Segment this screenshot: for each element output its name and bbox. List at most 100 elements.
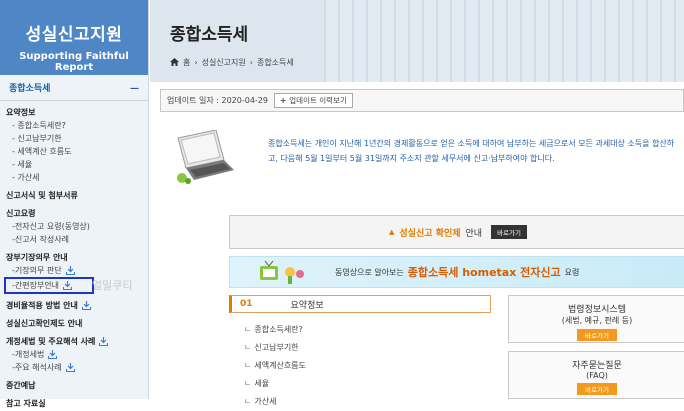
bullet-icon: ㄴ <box>244 379 252 388</box>
category-title: 종합소득세 <box>9 84 51 94</box>
sidebar-item-label: 개정세법 및 주요해석 사례 <box>6 337 96 346</box>
bullet-icon: ㄴ <box>244 343 252 352</box>
update-history-button[interactable]: + 업데이트 이력보기 <box>273 93 353 108</box>
sidebar-item[interactable]: -개정세법 <box>6 348 148 361</box>
collapse-icon[interactable]: — <box>130 77 139 100</box>
video-suffix: 요령 <box>564 267 580 277</box>
promo-rest: 안내 <box>465 228 483 239</box>
chevron-right-icon: › <box>249 58 253 67</box>
sidebar-item[interactable]: - 종합소득세란? <box>6 119 148 132</box>
law-info-sub: (세법, 예규, 판례 등) <box>561 316 633 325</box>
sidebar-item-label: -간편장부안내 <box>12 281 60 290</box>
download-icon[interactable] <box>99 337 109 346</box>
sidebar-item-label: 신고요령 <box>6 209 36 218</box>
summary-list: ㄴ 종합소득세란? ㄴ 신고납부기한 ㄴ 세액계산흐름도 ㄴ 세율 ㄴ 가산세 <box>229 313 491 411</box>
video-prefix: 동영상으로 알아보는 <box>335 267 404 277</box>
download-icon[interactable] <box>65 363 75 372</box>
summary-list-item[interactable]: ㄴ 세율 <box>244 375 491 393</box>
sidebar-item-label: 중간예납 <box>6 381 36 390</box>
category-header[interactable]: 종합소득세 — <box>0 77 148 101</box>
sidebar-item-label: 장부기장의무 안내 <box>6 253 68 262</box>
sidebar-item-label: 성실신고확인제도 안내 <box>6 319 83 328</box>
sidebar-item[interactable]: -기장의무 판단 <box>6 264 148 277</box>
sidebar-item-label: -개정세법 <box>12 350 45 359</box>
sidebar-item[interactable]: - 세액계산 흐름도 <box>6 145 148 158</box>
hometax-video-promo[interactable]: 동영상으로 알아보는 종합소득세 hometax 전자신고 요령 <box>229 256 684 288</box>
intro-section: 종합소득세는 개인이 지난해 1년간의 경제활동으로 얻은 소득에 대하여 납부… <box>168 129 684 195</box>
summary-list-label: 세율 <box>254 379 270 388</box>
sidebar-item[interactable]: -신고서 작성사례 <box>6 233 148 246</box>
summary-list-item[interactable]: ㄴ 종합소득세란? <box>244 321 491 339</box>
faq-go-button[interactable]: 바로가기 <box>577 383 617 395</box>
sidebar-item-label: -기장의무 판단 <box>12 266 62 275</box>
summary-list-item[interactable]: ㄴ 세액계산흐름도 <box>244 357 491 375</box>
laptop-illustration <box>168 129 238 185</box>
sidebar-item[interactable]: 신고서식 및 첨부서류 <box>6 189 148 202</box>
faq-title: 자주묻는질문 <box>572 361 622 371</box>
sidebar-item[interactable]: 요약정보 <box>6 106 148 119</box>
tv-icon <box>258 260 308 288</box>
sidebar-item-label: 경비율적용 방법 안내 <box>6 301 78 310</box>
home-icon[interactable] <box>170 57 179 68</box>
page-banner: 종합소득세 홈 › 성실신고지원 › 종합소득세 <box>150 0 684 82</box>
bullet-icon: ㄴ <box>244 325 252 334</box>
sidebar-item-label: -주요 해석사례 <box>12 363 62 372</box>
update-date: 업데이트 일자 : 2020-04-29 <box>167 96 268 105</box>
triangle-icon: ▲ <box>389 228 395 236</box>
bullet-icon: ㄴ <box>244 397 252 406</box>
main-content: 종합소득세 홈 › 성실신고지원 › 종합소득세 업데이트 일자 : 2020-… <box>150 0 684 406</box>
download-icon[interactable] <box>63 281 73 290</box>
intro-text: 종합소득세는 개인이 지난해 1년간의 경제활동으로 얻은 소득에 대하여 납부… <box>268 130 684 195</box>
summary-list-label: 신고납부기한 <box>254 343 299 352</box>
faq-box[interactable]: 자주묻는질문 (FAQ) 바로가기 <box>508 351 684 399</box>
summary-panel: 01 요약정보 ㄴ 종합소득세란? ㄴ 신고납부기한 ㄴ 세액계산흐름도 ㄴ 세율 ㄴ 가산세 <box>229 295 491 406</box>
law-info-title: 법령정보시스템 <box>568 305 626 315</box>
download-icon[interactable] <box>48 350 58 359</box>
summary-list-label: 세액계산흐름도 <box>254 361 306 370</box>
sidebar-item-label: 요약정보 <box>6 108 36 117</box>
brand-banner[interactable]: 성실신고지원 Supporting Faithful Report <box>0 0 148 75</box>
breadcrumb-current: 종합소득세 <box>256 58 294 67</box>
summary-list-label: 가산세 <box>254 397 277 406</box>
sidebar-item[interactable]: 장부기장의무 안내 <box>6 251 148 264</box>
summary-list-label: 종합소득세란? <box>254 325 303 334</box>
panel-number: 01 <box>240 299 253 309</box>
summary-list-item[interactable]: ㄴ 가산세 <box>244 393 491 411</box>
sidebar-item[interactable]: 성실신고확인제도 안내 <box>6 317 148 330</box>
brand-subtitle: Supporting Faithful Report <box>19 51 129 73</box>
sidebar-item[interactable]: 중간예납 <box>6 379 148 392</box>
breadcrumb-section[interactable]: 성실신고지원 <box>202 57 246 68</box>
sidebar-item[interactable]: 신고요령 <box>6 207 148 220</box>
panel-title: 요약정보 <box>290 300 324 311</box>
download-icon[interactable] <box>81 301 91 310</box>
banner-pattern <box>324 0 684 82</box>
watermark: 얼밀쿠티 <box>92 279 133 292</box>
law-info-box[interactable]: 법령정보시스템 (세법, 예규, 판례 등) 바로가기 <box>508 295 684 343</box>
sidebar-item[interactable]: 개정세법 및 주요해석 사례 <box>6 335 148 348</box>
sidebar-item-label: - 신고납부기한 <box>12 134 62 143</box>
sidebar-item[interactable]: - 신고납부기한 <box>6 132 148 145</box>
sidebar: 성실신고지원 Supporting Faithful Report 종합소득세 … <box>0 0 149 408</box>
sidebar-item[interactable]: -주요 해석사례 <box>6 361 148 374</box>
sidebar-item[interactable]: - 세율 <box>6 158 148 171</box>
sidebar-item[interactable]: 경비율적용 방법 안내 <box>6 299 148 312</box>
intro-line-1: 종합소득세는 개인이 지난해 1년간의 경제활동으로 얻은 소득에 대하여 납부… <box>268 139 675 148</box>
breadcrumb-home[interactable]: 홈 <box>183 57 190 68</box>
sidebar-item-label: 신고서식 및 첨부서류 <box>6 191 78 200</box>
law-info-go-button[interactable]: 바로가기 <box>577 329 617 341</box>
sidebar-item-selected[interactable]: -간편장부안내 <box>4 277 94 294</box>
summary-list-item[interactable]: ㄴ 신고납부기한 <box>244 339 491 357</box>
brand-title: 성실신고지원 <box>25 25 123 45</box>
sidebar-menu: 요약정보 - 종합소득세란? - 신고납부기한 - 세액계산 흐름도 - 세율 - 가산세… <box>0 106 148 410</box>
bullet-icon: ㄴ <box>244 361 252 370</box>
update-history-label: 업데이트 이력보기 <box>289 96 347 105</box>
faithful-report-promo[interactable]: ▲ 성실신고 확인제 안내 바로가기 <box>229 215 684 249</box>
summary-panel-header: 01 요약정보 <box>229 295 491 313</box>
promo-highlight: 성실신고 확인제 <box>399 228 461 239</box>
intro-line-2: 고, 다음해 5월 1일부터 5월 31일까지 주소지 관할 세무서에 신고·납… <box>268 154 555 163</box>
sidebar-item[interactable]: - 가산세 <box>6 171 148 184</box>
update-bar: 업데이트 일자 : 2020-04-29 + 업데이트 이력보기 <box>160 89 684 112</box>
download-icon[interactable] <box>65 266 75 275</box>
promo-go-button[interactable]: 바로가기 <box>491 225 527 239</box>
sidebar-item[interactable]: -전자신고 요령(동영상) <box>6 220 148 233</box>
